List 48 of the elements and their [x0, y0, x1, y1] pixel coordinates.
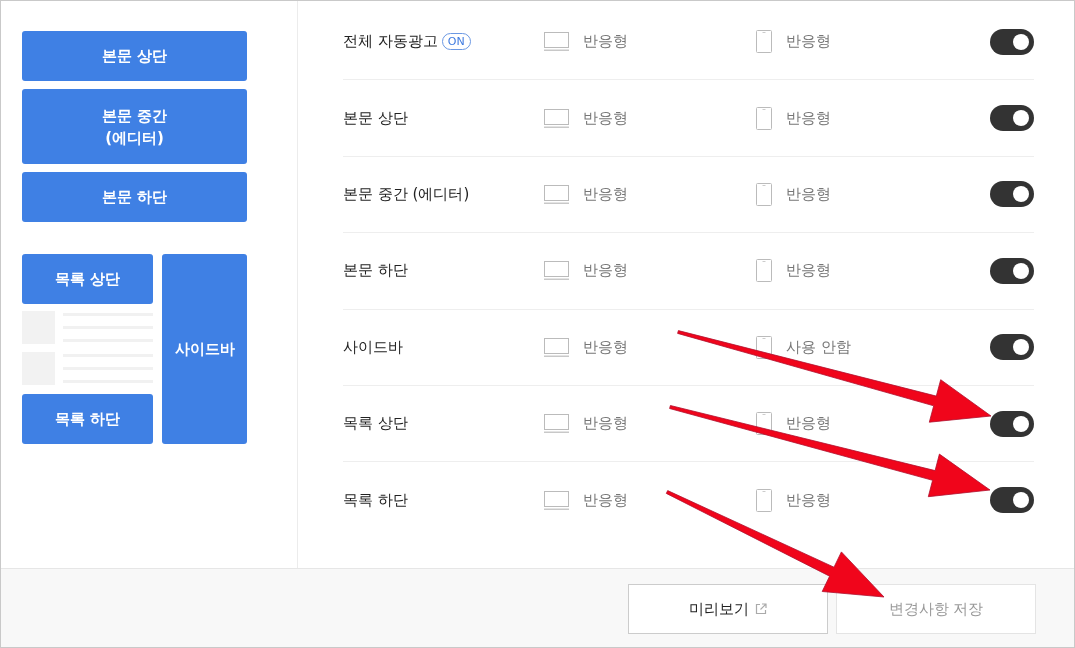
desktop-icon [544, 490, 569, 510]
desktop-ad-type: 반응형 [583, 414, 628, 434]
ad-position-label: 본문 상단 [343, 108, 408, 128]
list-ad-slot: 목록 하단 [22, 394, 153, 444]
mobile-ad-type: 반응형 [786, 414, 831, 434]
desktop-icon [544, 32, 569, 52]
mobile-ad-type: 반응형 [786, 261, 831, 281]
desktop-ad-type: 반응형 [583, 490, 628, 510]
toggle-switch[interactable] [990, 410, 1034, 437]
desktop-ad-type: 반응형 [583, 108, 628, 128]
content-ad-slot: 본문 상단 [22, 31, 247, 81]
desktop-icon [544, 108, 569, 128]
toggle-switch[interactable] [990, 257, 1034, 284]
mobile-icon [756, 259, 772, 283]
toggle-switch[interactable] [990, 181, 1034, 208]
desktop-ad-type: 반응형 [583, 337, 628, 357]
mobile-ad-type: 반응형 [786, 490, 831, 510]
desktop-icon [544, 184, 569, 204]
desktop-icon [544, 337, 569, 357]
ad-position-label: 목록 하단 [343, 490, 408, 510]
ad-position-label: 본문 하단 [343, 261, 408, 281]
ad-position-label: 본문 중간 (에디터) [343, 184, 470, 204]
external-link-icon [755, 603, 767, 615]
mobile-icon [756, 30, 772, 54]
desktop-icon [544, 261, 569, 281]
mobile-ad-type: 반응형 [786, 32, 831, 52]
preview-button[interactable]: 미리보기 [628, 584, 828, 634]
list-ad-slot: 목록 상단 [22, 254, 153, 304]
content-ad-slot: 본문 하단 [22, 172, 247, 222]
ad-position-label: 전체 자동광고 [343, 32, 438, 52]
toggle-switch[interactable] [990, 28, 1034, 55]
sidebar-ad-slot: 사이드바 [162, 254, 247, 444]
ad-position-label: 사이드바 [343, 337, 403, 357]
toggle-switch[interactable] [990, 105, 1034, 132]
mobile-ad-type: 반응형 [786, 184, 831, 204]
mobile-icon [756, 488, 772, 512]
content-ad-slot: 본문 중간 (에디터) [22, 89, 247, 164]
desktop-ad-type: 반응형 [583, 184, 628, 204]
mobile-ad-type: 사용 안함 [786, 337, 851, 357]
desktop-icon [544, 414, 569, 434]
mobile-ad-type: 반응형 [786, 108, 831, 128]
mobile-icon [756, 182, 772, 206]
mobile-icon [756, 106, 772, 130]
toggle-switch[interactable] [990, 487, 1034, 514]
toggle-switch[interactable] [990, 334, 1034, 361]
desktop-ad-type: 반응형 [583, 261, 628, 281]
desktop-ad-type: 반응형 [583, 32, 628, 52]
ad-position-label: 목록 상단 [343, 414, 408, 434]
